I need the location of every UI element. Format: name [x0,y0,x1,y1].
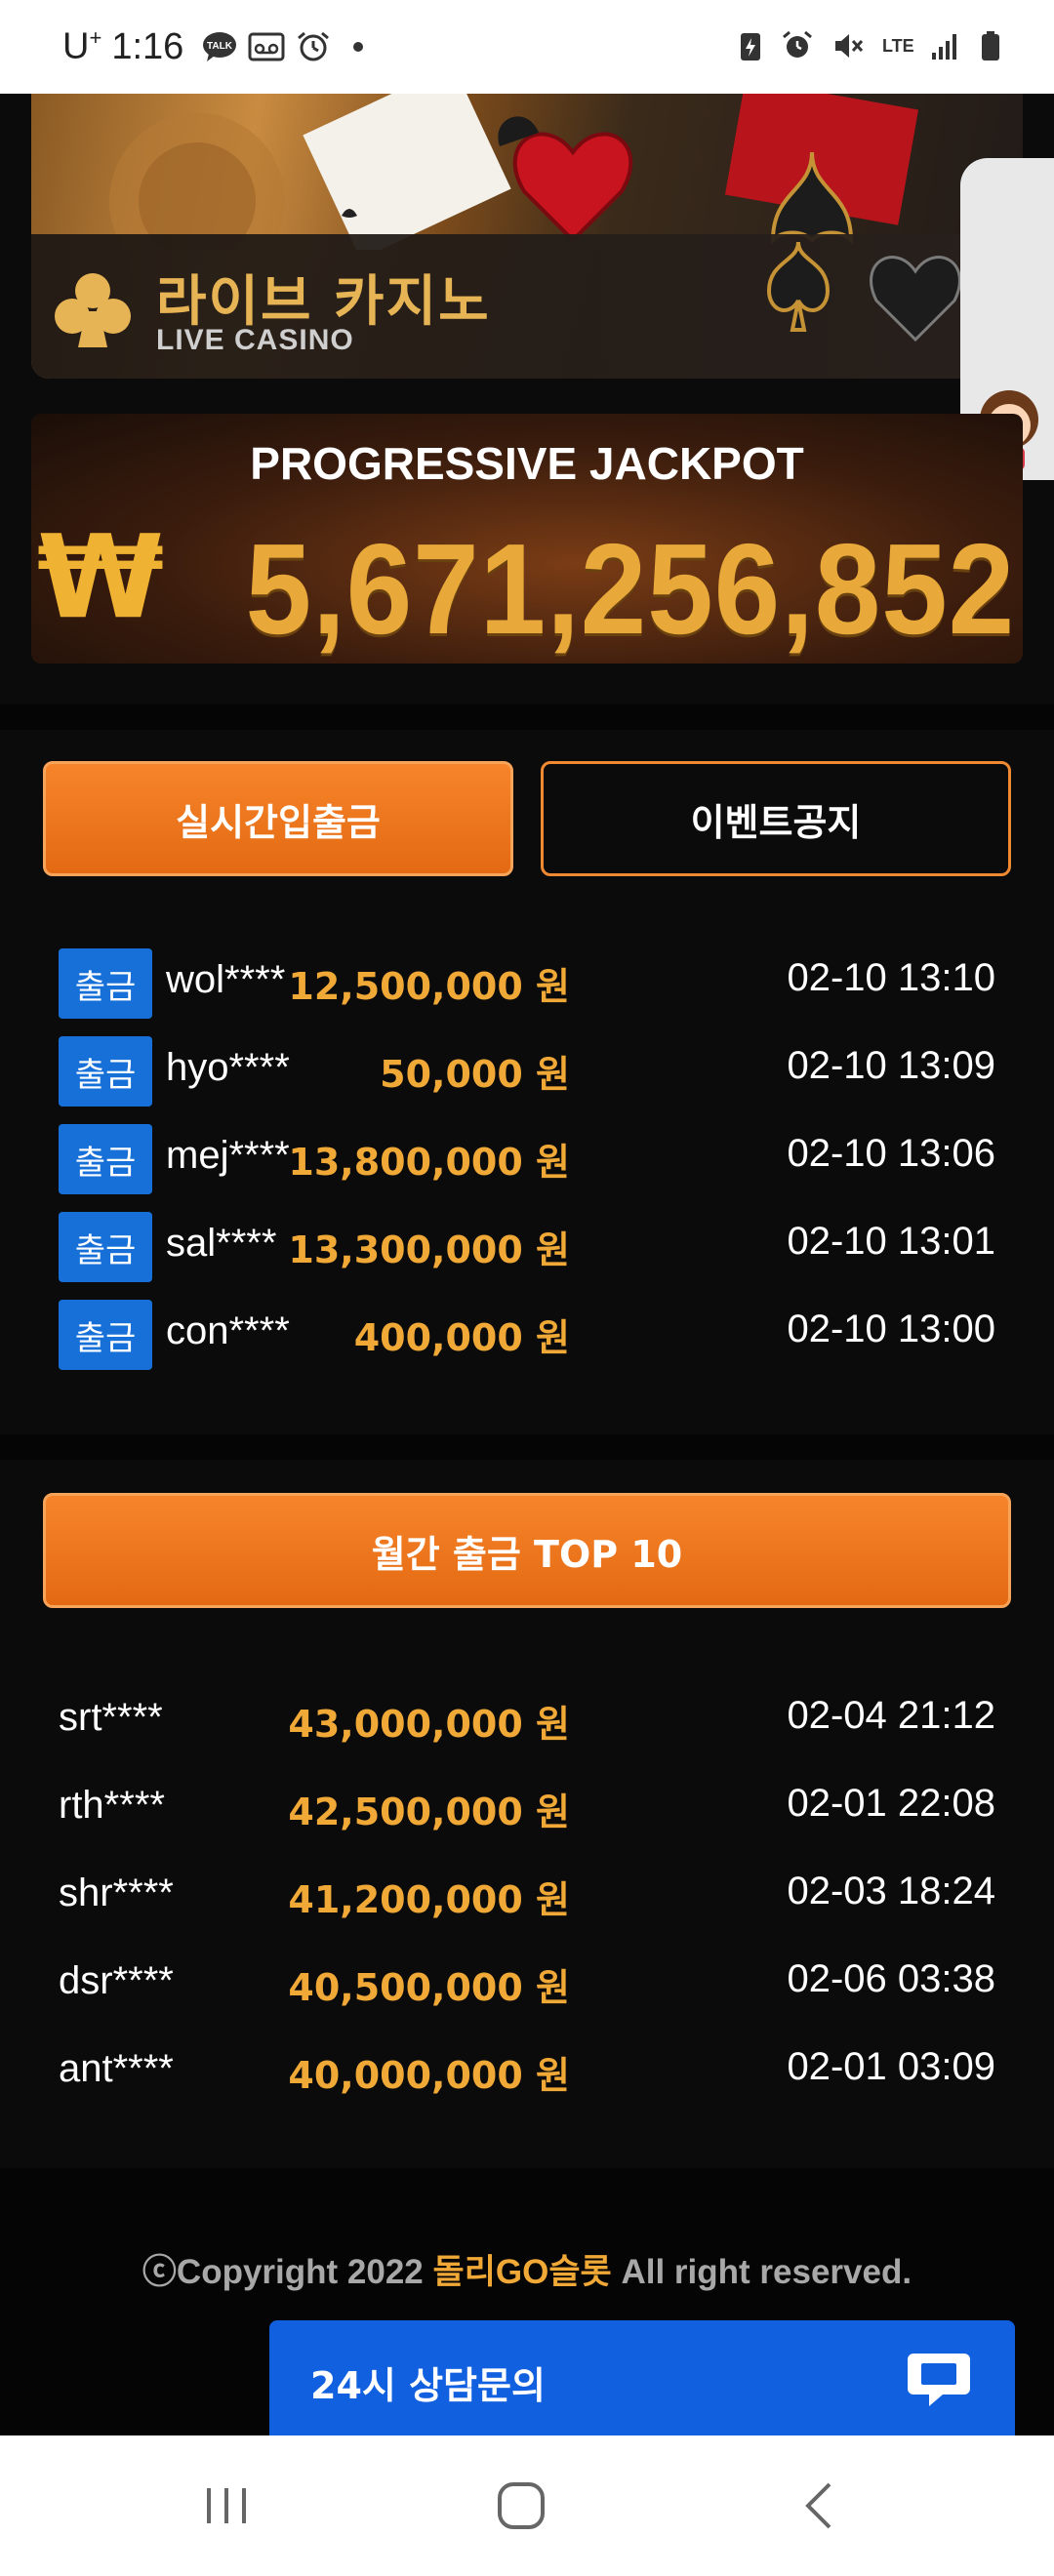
jackpot-banner: PROGRESSIVE JACKPOT ₩ 5,671,256,852 [31,414,1023,664]
withdrawal-row: 출금 mej**** 13,800,000 원 02-10 13:06 [0,1124,1054,1202]
withdraw-amount: 13,300,000 원 [288,1228,570,1271]
notification-dot-icon [353,42,364,52]
live-chat-button[interactable]: 24시 상담문의 [269,2320,1015,2435]
alarm-status-icon [783,30,812,58]
battery-saver-icon [741,33,760,60]
top10-amount: 41,200,000 원 [288,1878,570,1921]
withdraw-date: 02-10 13:06 [787,1132,995,1175]
jackpot-currency-symbol: ₩ [37,509,165,644]
top10-row: srt**** 43,000,000 원 02-04 21:12 [0,1686,1054,1764]
realtime-tab-button[interactable]: 실시간입출금 [43,761,513,876]
top10-date: 02-03 18:24 [787,1870,995,1912]
clock: 1:16 [111,25,184,67]
top10-section: 월간 출금 TOP 10 srt**** 43,000,000 원 02-04 … [0,1460,1054,2168]
monthly-top10-button[interactable]: 월간 출금 TOP 10 [43,1493,1011,1608]
withdraw-user: wol**** [166,958,286,1001]
withdraw-badge: 출금 [59,948,152,1019]
top10-row: shr**** 41,200,000 원 02-03 18:24 [0,1862,1054,1940]
withdraw-amount: 50,000 원 [380,1053,570,1096]
network-label: LTE [882,36,914,56]
status-bar: U+ 1:16 TALK LTE [0,0,1054,94]
live-casino-banner[interactable]: 라이브 카지노 LIVE CASINO [31,94,1023,379]
withdrawal-row: 출금 wol**** 12,500,000 원 02-10 13:10 [0,948,1054,1026]
voicemail-icon [248,32,285,61]
battery-icon [982,31,999,60]
top10-date: 02-01 03:09 [787,2045,995,2088]
section-divider [0,1434,1054,1460]
withdraw-badge: 출금 [59,1124,152,1194]
status-right: LTE [738,29,1001,62]
withdraw-date: 02-10 13:00 [787,1308,995,1350]
withdrawal-row: 출금 hyo**** 50,000 원 02-10 13:09 [0,1036,1054,1114]
copyright-prefix: ⓒCopyright 2022 [142,2253,433,2291]
system-navigation-bar [0,2435,1054,2576]
talk-icon: TALK [203,32,237,61]
recent-apps-icon[interactable] [199,2478,254,2533]
top10-date: 02-06 03:38 [787,1957,995,2000]
top10-amount: 40,500,000 원 [288,1966,570,2009]
withdraw-badge: 출금 [59,1212,152,1282]
carrier-label: U+ [62,25,102,67]
home-icon[interactable] [494,2478,548,2533]
copyright-text: ⓒCopyright 2022 돌리GO슬롯 All right reserve… [0,2244,1054,2294]
chat-bubble-icon [908,2354,970,2406]
withdraw-amount: 400,000 원 [353,1316,570,1359]
top10-user: shr**** [59,1872,174,1914]
top10-user: dsr**** [59,1959,174,2002]
playing-cards-decoration [109,94,919,250]
withdraw-user: con**** [166,1309,290,1352]
withdraw-user: sal**** [166,1222,277,1265]
withdraw-user: mej**** [166,1134,290,1177]
top10-user: ant**** [59,2047,174,2090]
withdraw-date: 02-10 13:10 [787,956,995,999]
top10-row: rth**** 42,500,000 원 02-01 22:08 [0,1774,1054,1852]
top10-amount: 40,000,000 원 [288,2054,570,2097]
jackpot-title: PROGRESSIVE JACKPOT [250,438,804,489]
club-suit-icon [55,273,131,347]
withdrawal-row: 출금 sal**** 13,300,000 원 02-10 13:01 [0,1212,1054,1290]
withdraw-date: 02-10 13:01 [787,1220,995,1263]
withdraw-amount: 13,800,000 원 [288,1141,570,1184]
alarm-icon [298,31,330,61]
withdraw-user: hyo**** [166,1046,290,1089]
live-casino-subtitle: LIVE CASINO [156,324,354,356]
top10-date: 02-04 21:12 [787,1694,995,1737]
top10-row: ant**** 40,000,000 원 02-01 03:09 [0,2037,1054,2115]
top10-user: rth**** [59,1784,165,1827]
section-divider [0,704,1054,730]
signal-icon [932,34,956,60]
status-left: U+ 1:16 TALK [62,25,365,67]
chat-label: 24시 상담문의 [310,2364,546,2407]
top10-row: dsr**** 40,500,000 원 02-06 03:38 [0,1950,1054,2028]
copyright-suffix: All right reserved. [611,2253,912,2291]
withdraw-amount: 12,500,000 원 [288,965,570,1008]
svg-text:TALK: TALK [207,41,233,52]
top10-user: srt**** [59,1696,163,1739]
realtime-section: 실시간입출금 이벤트공지 출금 wol**** 12,500,000 원 02-… [0,730,1054,1434]
withdrawal-row: 출금 con**** 400,000 원 02-10 13:00 [0,1300,1054,1378]
copyright-brand: 돌리GO슬롯 [432,2253,612,2291]
withdraw-badge: 출금 [59,1036,152,1107]
jackpot-value: 5,671,256,852 [245,517,1015,661]
withdraw-badge: 출금 [59,1300,152,1370]
withdraw-date: 02-10 13:09 [787,1044,995,1087]
mute-icon [835,34,864,58]
top10-date: 02-01 22:08 [787,1782,995,1825]
top10-amount: 43,000,000 원 [288,1703,570,1746]
event-notice-tab-button[interactable]: 이벤트공지 [541,761,1011,876]
top10-amount: 42,500,000 원 [288,1791,570,1833]
back-icon[interactable] [792,2478,847,2533]
